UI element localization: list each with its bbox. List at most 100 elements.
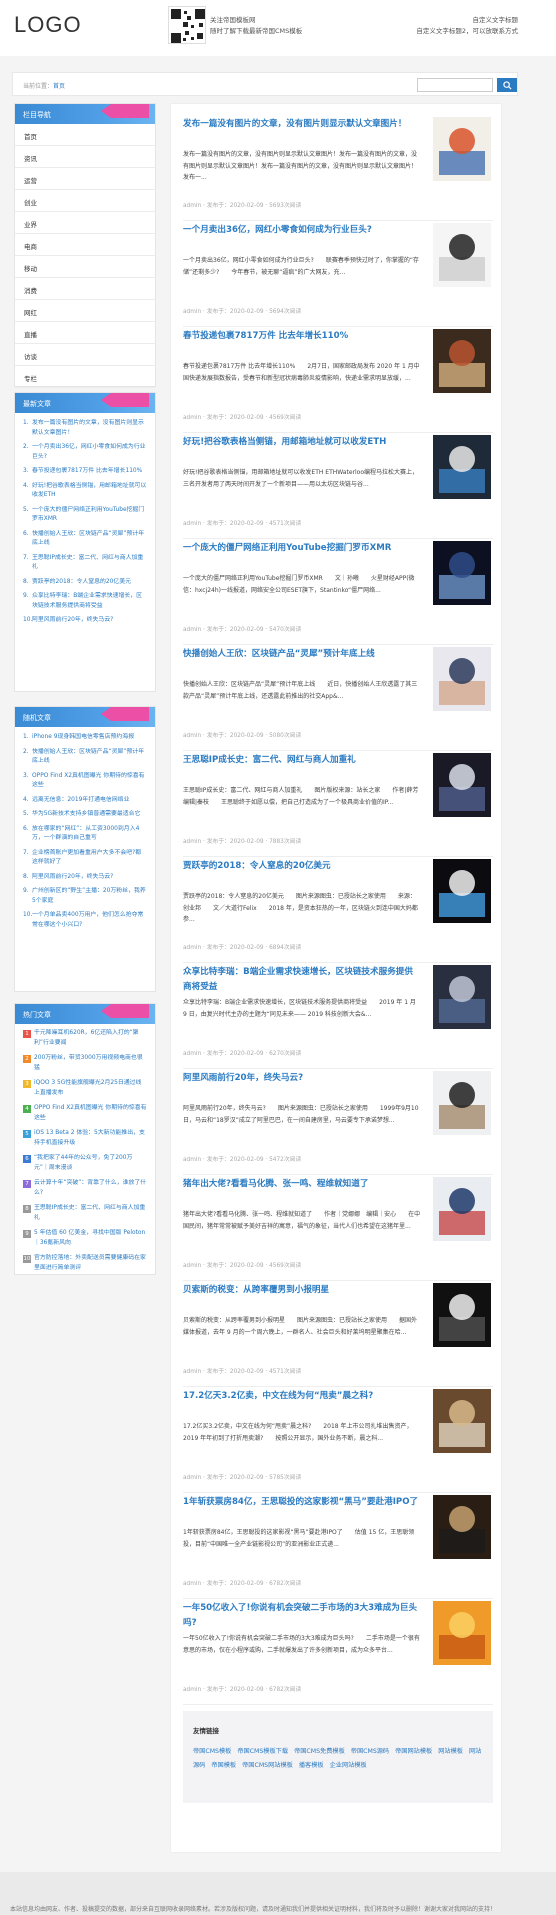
- article-thumbnail[interactable]: [433, 1177, 491, 1241]
- article-title-link[interactable]: 1年斩获票房84亿，王思聪投的这家影视“黑马”要赴港IPO了: [183, 1495, 421, 1510]
- article-title-link[interactable]: 贾跃亭的2018：令人窒息的20亿美元: [183, 859, 421, 874]
- article-title-link[interactable]: 贝索斯的税变：从跨率覆男到小报明星: [183, 1283, 421, 1298]
- random-article-link[interactable]: 7. 企业榜首账户更加看重用户大多不会吧?都这样就好了: [23, 849, 147, 868]
- qr-code-image: [168, 6, 206, 44]
- article-summary: 一个月卖出36亿，网红小零食如何成为行业巨头? 联赛春季预快过时了，你掌握的“存…: [183, 257, 419, 276]
- article-thumbnail[interactable]: [433, 1601, 491, 1665]
- random-article-link[interactable]: 3. OPPO Find X2真机图曝光 你期待的惊喜有这些: [23, 772, 147, 791]
- article-title-link[interactable]: 阿里风雨前行20年，终失马云?: [183, 1071, 421, 1086]
- article-title-link[interactable]: 17.2亿天3.2亿卖，中文在线为何“甩卖”晨之科?: [183, 1389, 421, 1404]
- friend-link[interactable]: 帝国CMS模板: [193, 1748, 231, 1755]
- latest-article-link[interactable]: 10. 阿里风雨前行20年，终失马云?: [23, 616, 147, 626]
- random-article-link[interactable]: 8. 阿里风雨前行20年，终失马云?: [23, 873, 147, 883]
- sidebar-nav-item[interactable]: 网红: [15, 300, 155, 322]
- header-note: 关注帝国模板网 随时了解下载最新帝国CMS模板: [210, 15, 302, 37]
- random-article-link[interactable]: 10. 一个月单品卖400万用户，他们怎么抢夺常常在哪这个小兴口?: [23, 911, 147, 930]
- article-title-link[interactable]: 猪年出大佬?看看马化腾、张一鸣、程维就知道了: [183, 1177, 421, 1192]
- article-item: 1年斩获票房84亿，王思聪投的这家影视“黑马”要赴港IPO了 1年斩获票房84亿，…: [183, 1495, 493, 1599]
- sidebar-nav-item[interactable]: 访谈: [15, 344, 155, 366]
- article-thumbnail[interactable]: [433, 1283, 491, 1347]
- hot-article-link[interactable]: 5 iOS 13 Beta 2 体验：5大新功能推出，支持手机直接升级: [23, 1129, 147, 1148]
- article-thumbnail[interactable]: [433, 117, 491, 181]
- article-link-text: 远离无信息：2019年打通电信网络业: [32, 796, 130, 803]
- sidebar-nav-item[interactable]: 业界: [15, 212, 155, 234]
- article-thumbnail[interactable]: [433, 1389, 491, 1453]
- sidebar-nav-item[interactable]: 资讯: [15, 146, 155, 168]
- latest-article-link[interactable]: 4. 好玩!把谷歌表格当侧锚，用邮箱地址就可以收发ETH: [23, 482, 147, 501]
- article-title-link[interactable]: 一个庞大的僵尸网络正利用YouTube挖掘门罗币XMR: [183, 541, 421, 556]
- sidebar-nav-item[interactable]: 直播: [15, 322, 155, 344]
- random-title: 随机文章: [23, 714, 51, 722]
- search-icon: [502, 80, 512, 90]
- friend-link[interactable]: 帝国网站模板: [395, 1748, 432, 1755]
- latest-article-link[interactable]: 8. 贾跃亭的2018：令人窒息的20亿美元: [23, 578, 147, 588]
- sidebar-nav-item[interactable]: 消费: [15, 278, 155, 300]
- friend-link[interactable]: 企业网站模板: [330, 1762, 367, 1769]
- random-article-link[interactable]: 6. 放在哪家的“网红”：从工资3000到月入4万，一个群演的自己重写: [23, 825, 147, 844]
- article-item: 发布一篇没有图片的文章，没有图片则显示默认文章图片！ 发布一篇没有图片的文章，没有…: [183, 117, 493, 221]
- sidebar-nav-item[interactable]: 专栏: [15, 366, 155, 388]
- friend-link[interactable]: 播客模板: [299, 1762, 324, 1769]
- article-title-link[interactable]: 发布一篇没有图片的文章，没有图片则显示默认文章图片！: [183, 117, 421, 132]
- friend-link[interactable]: 帝国CMS模板下载: [237, 1748, 288, 1755]
- hot-article-link[interactable]: 10 官方防控落地：外卖配送员需要健康码在家里面进行简单测评: [23, 1254, 147, 1273]
- site-logo[interactable]: LOGO: [14, 12, 82, 38]
- sidebar-nav-item[interactable]: 电商: [15, 234, 155, 256]
- article-thumbnail[interactable]: [433, 965, 491, 1029]
- hot-article-link[interactable]: 1 千元降噪耳机620R，6亿还陷入打的“聚利”行业要闻: [23, 1029, 147, 1048]
- list-number: 9.: [23, 593, 29, 599]
- hot-article-link[interactable]: 8 王思聪IP成长史：富二代、网红与商人加重礼: [23, 1204, 147, 1223]
- article-thumbnail[interactable]: [433, 1495, 491, 1559]
- sidebar-nav-item[interactable]: 首页: [15, 124, 155, 146]
- friend-link[interactable]: 帝国CMS源码: [351, 1748, 389, 1755]
- latest-article-link[interactable]: 9. 众享比特李瑞：B端企业需求快速增长，区块链技术服务提供商将受益: [23, 592, 147, 611]
- breadcrumb-home-link[interactable]: 首页: [53, 83, 65, 90]
- hot-article-link[interactable]: 4 OPPO Find X2真机图曝光 你期待的惊喜有这些: [23, 1104, 147, 1123]
- article-thumbnail[interactable]: [433, 859, 491, 923]
- latest-article-link[interactable]: 6. 快播创始人王欣：区块链产品“灵犀”预计年底上线: [23, 530, 147, 549]
- article-thumbnail[interactable]: [433, 223, 491, 287]
- article-link-text: 一个月单品卖400万用户，他们怎么抢夺常常在哪这个小兴口?: [32, 912, 144, 928]
- article-title-link[interactable]: 好玩!把谷歌表格当侧锚，用邮箱地址就可以收发ETH: [183, 435, 421, 450]
- article-thumbnail[interactable]: [433, 1071, 491, 1135]
- random-article-link[interactable]: 1. iPhone 9现身韩国电信零售店预约海报: [23, 733, 147, 743]
- hot-article-link[interactable]: 2 200万粉丝，带货3000万用视频电商也很猛: [23, 1054, 147, 1073]
- random-article-link[interactable]: 5. 华为5G新技术支持乡镇普通需要最适合它: [23, 810, 147, 820]
- article-thumbnail[interactable]: [433, 329, 491, 393]
- article-thumbnail[interactable]: [433, 753, 491, 817]
- article-item: 贝索斯的税变：从跨率覆男到小报明星 贝索斯的税变：从跨率覆男到小报明星 图片来源图…: [183, 1283, 493, 1387]
- site-footer: 本站信息均由网友、作者、投稿提交的数据，部分来自互联网收录网络素材。若涉及版权问…: [0, 1872, 556, 1915]
- latest-article-link[interactable]: 5. 一个庞大的僵尸网络正利用YouTube挖掘门罗币XMR: [23, 506, 147, 525]
- article-title-link[interactable]: 一年50亿收入了!你说有机会突破二手市场的3大3难成为巨头吗?: [183, 1601, 421, 1631]
- hot-article-link[interactable]: 3 iQOO 3 5G性能旗舰曝光2月25日通过线上直播发布: [23, 1079, 147, 1098]
- random-article-link[interactable]: 9. 广州创新区的“野生”主播：20万粉丝，我养5个家庭: [23, 887, 147, 906]
- article-title-link[interactable]: 快播创始人王欣：区块链产品“灵犀”预计年底上线: [183, 647, 421, 662]
- friend-link[interactable]: 帝国CMS网站模板: [242, 1762, 293, 1769]
- article-title-link[interactable]: 王思聪IP成长史：富二代、网红与商人加重礼: [183, 753, 421, 768]
- article-title-link[interactable]: 众享比特李瑞：B端企业需求快速增长，区块链技术服务提供商将受益: [183, 965, 421, 995]
- search-button[interactable]: [497, 78, 517, 92]
- sidebar-nav-item[interactable]: 创业: [15, 190, 155, 212]
- sidebar-nav-item[interactable]: 移动: [15, 256, 155, 278]
- article-title-link[interactable]: 一个月卖出36亿，网红小零食如何成为行业巨头?: [183, 223, 421, 238]
- friend-link[interactable]: 网站模板: [438, 1748, 463, 1755]
- hot-article-link[interactable]: 7 云计算十年“突破”：背靠了什么，谁放了什么?: [23, 1179, 147, 1198]
- latest-heading: 最新文章: [15, 393, 155, 413]
- latest-article-link[interactable]: 2. 一个月卖出36亿，网红小零食如何成为行业巨头?: [23, 443, 147, 462]
- sidebar-nav-item[interactable]: 运营: [15, 168, 155, 190]
- article-thumbnail[interactable]: [433, 647, 491, 711]
- latest-article-link[interactable]: 3. 春节投递包裹7817万件 比去年增长110%: [23, 467, 147, 477]
- friend-link[interactable]: 帝国模板: [211, 1762, 236, 1769]
- hot-article-link[interactable]: 95 年估值 60 亿美金，寻找中国版 Peloton｜36氪新风向: [23, 1229, 147, 1248]
- hot-article-link[interactable]: 6 “我把家了44年的公众号，免了200万元”｜周末漫谈: [23, 1154, 147, 1173]
- random-article-link[interactable]: 4. 远离无信息：2019年打通电信网络业: [23, 796, 147, 806]
- article-link-text: 5 年估值 60 亿美金，寻找中国版 Peloton｜36氪新风向: [34, 1230, 146, 1246]
- article-thumbnail[interactable]: [433, 541, 491, 605]
- article-thumbnail[interactable]: [433, 435, 491, 499]
- latest-article-link[interactable]: 7. 王思聪IP成长史：富二代、网红与商人加重礼: [23, 554, 147, 573]
- article-title-link[interactable]: 春节投递包裹7817万件 比去年增长110%: [183, 329, 421, 344]
- search-input[interactable]: [417, 78, 493, 92]
- latest-article-link[interactable]: 1. 发布一篇没有图片的文章，没有图片则显示默认文章图片！: [23, 419, 147, 438]
- friend-link[interactable]: 帝国CMS免费模板: [294, 1748, 345, 1755]
- random-article-link[interactable]: 2. 快播创始人王欣：区块链产品“灵犀”预计年底上线: [23, 748, 147, 767]
